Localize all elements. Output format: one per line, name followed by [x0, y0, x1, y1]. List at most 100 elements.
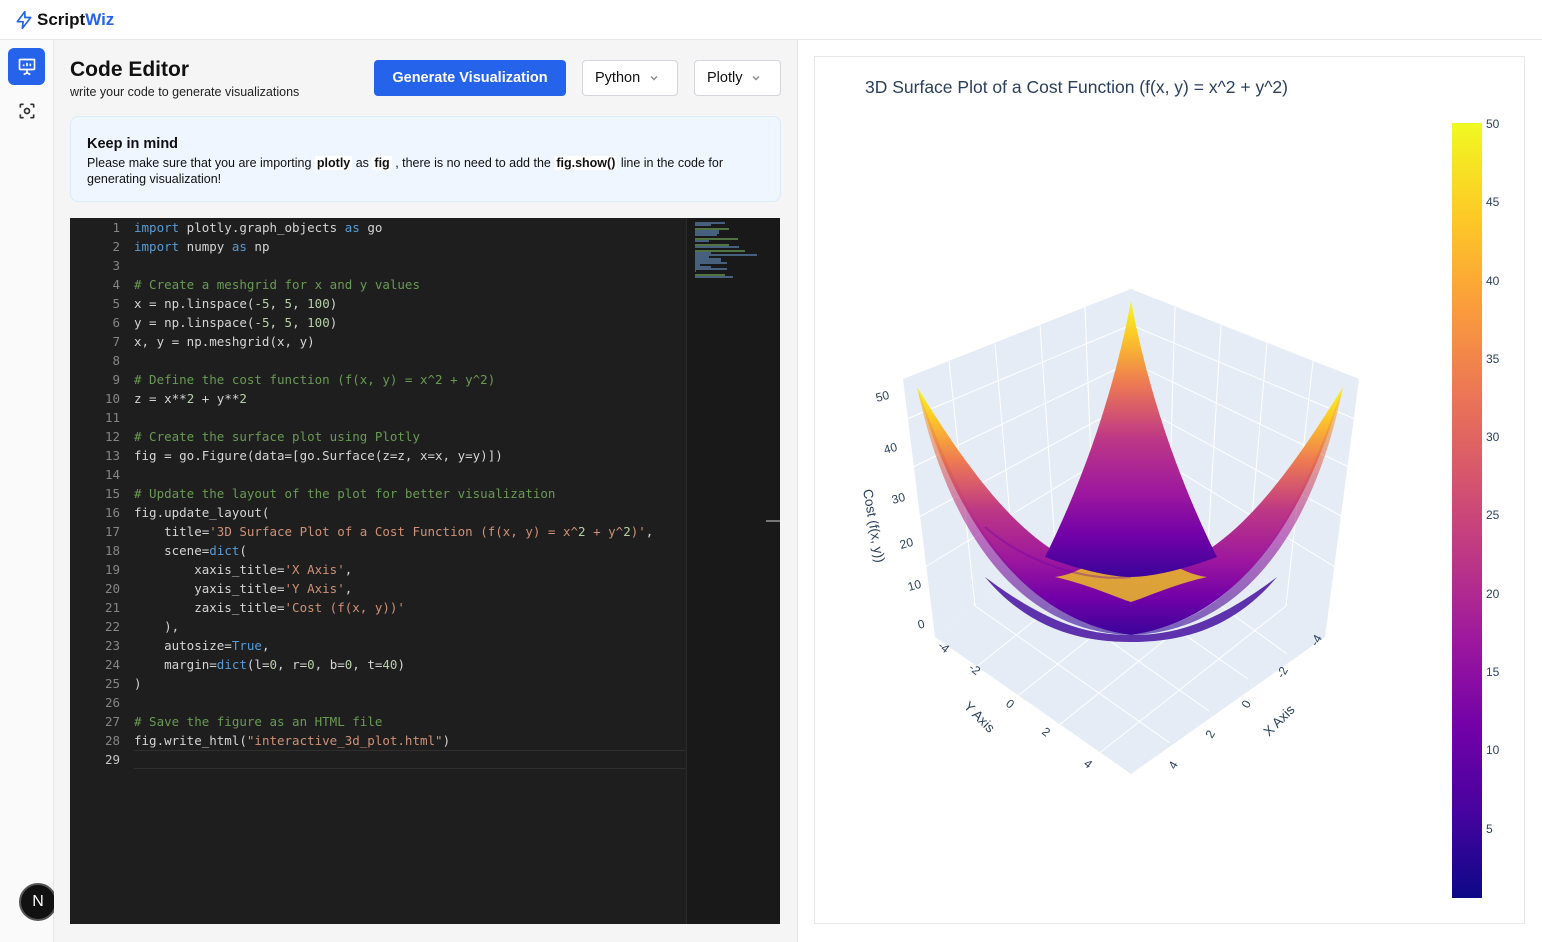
code-editor[interactable]: 1 2 3 4 5 6 7 8 9 10 11 12 13 14 15 16 17 18 19 20 21 22 23 24 2… — [70, 218, 780, 924]
code-lines[interactable]: import plotly.graph_objects as go import … — [134, 218, 686, 769]
code-line[interactable]: # Create a meshgrid for x and y values — [134, 275, 686, 294]
sidebar-item-scan[interactable] — [8, 92, 45, 129]
z-tick: 40 — [882, 440, 899, 457]
code-line[interactable] — [134, 256, 686, 275]
code-line[interactable]: # Update the layout of the plot for bett… — [134, 484, 686, 503]
minimap-line — [695, 268, 728, 270]
line-number: 26 — [104, 695, 120, 710]
line-number: 18 — [104, 543, 120, 558]
line-number: 12 — [104, 429, 120, 444]
scan-icon — [19, 103, 34, 118]
line-number: 1 — [112, 220, 120, 235]
code-editor-panel: Code Editor write your code to generate … — [54, 40, 798, 942]
line-number: 8 — [112, 353, 120, 368]
sidebar: N — [0, 40, 57, 942]
notice-text: Please make sure that you are importing … — [87, 156, 723, 186]
page-title: Code Editor — [70, 58, 189, 81]
code-line[interactable] — [134, 693, 686, 712]
code-line[interactable]: fig.write_html("interactive_3d_plot.html… — [134, 731, 686, 750]
code-line[interactable] — [134, 351, 686, 370]
code-line[interactable]: # Create the surface plot using Plotly — [134, 427, 686, 446]
minimap-line — [695, 240, 709, 242]
minimap-line — [695, 246, 740, 248]
code-line[interactable]: yaxis_title='Y Axis', — [134, 579, 686, 598]
line-number: 28 — [104, 733, 120, 748]
surface-plot[interactable]: 50 40 30 20 10 0 Cost (f(x, y)) -4 -2 0 … — [815, 57, 1415, 917]
code-line[interactable]: x, y = np.meshgrid(x, y) — [134, 332, 686, 351]
generate-visualization-button[interactable]: Generate Visualization — [374, 60, 566, 96]
line-number: 6 — [112, 315, 120, 330]
line-number: 24 — [104, 657, 120, 672]
code-line[interactable] — [134, 465, 686, 484]
code-line[interactable] — [134, 408, 686, 427]
code-line[interactable]: z = x**2 + y**2 — [134, 389, 686, 408]
colorbar-tick: 40 — [1486, 273, 1500, 288]
chevron-down-icon — [650, 76, 658, 81]
line-number: 9 — [112, 372, 120, 387]
z-tick: 30 — [890, 490, 907, 507]
line-number: 29 — [104, 752, 120, 767]
code-line[interactable]: ), — [134, 617, 686, 636]
line-number: 13 — [104, 448, 120, 463]
z-tick: 10 — [906, 577, 923, 594]
line-number: 20 — [104, 581, 120, 596]
y-axis-title: Y Axis — [961, 699, 998, 736]
colorbar-tick: 10 — [1486, 743, 1500, 758]
top-bar: ScriptWiz — [0, 0, 1542, 40]
x-tick: 0 — [1238, 697, 1254, 710]
y-tick: 0 — [1003, 696, 1017, 711]
code-minimap[interactable] — [686, 218, 780, 924]
code-line[interactable]: # Define the cost function (f(x, y) = x^… — [134, 370, 686, 389]
colorbar-tick: 30 — [1486, 430, 1500, 445]
code-line[interactable] — [134, 750, 686, 769]
minimap-line — [695, 234, 717, 236]
code-line[interactable]: x = np.linspace(-5, 5, 100) — [134, 294, 686, 313]
z-tick: 0 — [916, 617, 926, 632]
line-number-gutter: 1 2 3 4 5 6 7 8 9 10 11 12 13 14 15 16 17 18 19 20 21 22 23 24 2… — [70, 218, 120, 769]
colorbar-tick: 20 — [1486, 586, 1500, 601]
minimap-line — [695, 276, 733, 278]
language-select[interactable]: Python — [582, 60, 678, 96]
line-number: 3 — [112, 258, 120, 273]
library-select[interactable]: Plotly — [694, 60, 781, 96]
code-line[interactable]: y = np.linspace(-5, 5, 100) — [134, 313, 686, 332]
line-number: 19 — [104, 562, 120, 577]
x-tick: 4 — [1165, 758, 1181, 771]
code-line[interactable]: import plotly.graph_objects as go — [134, 218, 686, 237]
line-number: 15 — [104, 486, 120, 501]
colorbar-tick: 15 — [1486, 664, 1500, 679]
colorbar-tick: 25 — [1486, 508, 1500, 523]
code-line[interactable]: ) — [134, 674, 686, 693]
colorbar-tick: 50 — [1486, 117, 1500, 131]
code-line[interactable]: margin=dict(l=0, r=0, b=0, t=40) — [134, 655, 686, 674]
line-number: 7 — [112, 334, 120, 349]
code-line[interactable]: # Save the figure as an HTML file — [134, 712, 686, 731]
code-line[interactable]: zaxis_title='Cost (f(x, y))' — [134, 598, 686, 617]
line-number: 16 — [104, 505, 120, 520]
minimap-line — [695, 224, 712, 226]
line-number: 23 — [104, 638, 120, 653]
line-number: 27 — [104, 714, 120, 729]
y-tick: 4 — [1081, 756, 1095, 771]
code-line[interactable]: title='3D Surface Plot of a Cost Functio… — [134, 522, 686, 541]
sidebar-item-presentation[interactable] — [8, 48, 45, 85]
notice-heading: Keep in mind — [87, 136, 179, 152]
user-avatar[interactable]: N — [19, 883, 57, 921]
line-number: 21 — [104, 600, 120, 615]
code-line[interactable]: xaxis_title='X Axis', — [134, 560, 686, 579]
colorbar-tick: 35 — [1486, 351, 1500, 366]
z-tick: 20 — [898, 535, 915, 552]
presentation-icon — [18, 58, 35, 75]
code-line[interactable]: fig.update_layout( — [134, 503, 686, 522]
line-number: 25 — [104, 676, 120, 691]
code-line[interactable]: import numpy as np — [134, 237, 686, 256]
brand-logo[interactable]: ScriptWiz — [14, 10, 114, 30]
chevron-down-icon — [752, 76, 760, 81]
colorbar — [1452, 123, 1482, 898]
z-tick: 50 — [874, 388, 891, 405]
code-line[interactable]: autosize=True, — [134, 636, 686, 655]
code-line[interactable]: fig = go.Figure(data=[go.Surface(z=z, x=… — [134, 446, 686, 465]
code-line[interactable]: scene=dict( — [134, 541, 686, 560]
x-tick: 2 — [1202, 727, 1218, 740]
scrollbar-thumb[interactable] — [766, 520, 780, 522]
